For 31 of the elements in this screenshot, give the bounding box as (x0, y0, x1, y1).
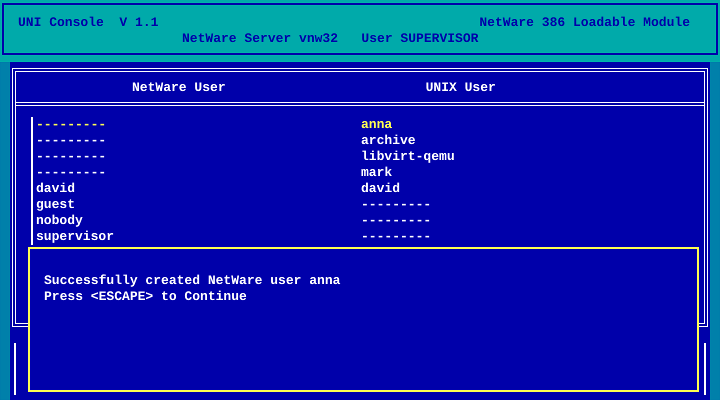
netware-user-cell-text: --------- (36, 149, 108, 165)
user-row[interactable]: --------- anna (36, 117, 704, 133)
netware-user-cell-text: nobody (36, 213, 84, 229)
app-title: UNI Console V 1.1 (18, 15, 158, 31)
unix-user-cell: mark (361, 165, 392, 181)
user-row[interactable]: guest --------- (36, 197, 704, 213)
unix-user-cell: --------- (361, 229, 432, 245)
column-header: UNIX User (426, 80, 496, 94)
unix-user-cell: --------- (361, 213, 432, 229)
server-label: NetWare Server vnw32 User SUPERVISOR (182, 31, 478, 47)
user-row[interactable]: --------- mark (36, 165, 704, 181)
netware-user-cell-text: supervisor (36, 229, 116, 245)
message-text: Successfully created NetWare user anna (44, 273, 342, 289)
netware-user-cell-text: --------- (36, 133, 108, 149)
netware-user-cell-text: --------- (36, 165, 108, 181)
unix-user-cell: archive (361, 133, 416, 149)
netware-user-cell-text: --------- (36, 117, 108, 133)
user-row[interactable]: --------- archive (36, 133, 704, 149)
unix-user-cell: anna (361, 117, 392, 133)
user-row[interactable]: supervisor --------- (36, 229, 704, 245)
message-text: Press <ESCAPE> to Continue (44, 289, 248, 305)
user-row[interactable]: nobody --------- (36, 213, 704, 229)
module-label: NetWare 386 Loadable Module (479, 15, 690, 31)
netware-user-cell-text: david (36, 181, 76, 197)
netware-user-cell-text: guest (36, 197, 76, 213)
column-header: NetWare User (132, 80, 226, 94)
unix-user-cell: libvirt-qemu (361, 149, 455, 165)
unix-user-cell: david (361, 181, 400, 197)
user-row[interactable]: --------- libvirt-qemu (36, 149, 704, 165)
user-row[interactable]: david david (36, 181, 704, 197)
unix-user-cell: --------- (361, 197, 432, 213)
